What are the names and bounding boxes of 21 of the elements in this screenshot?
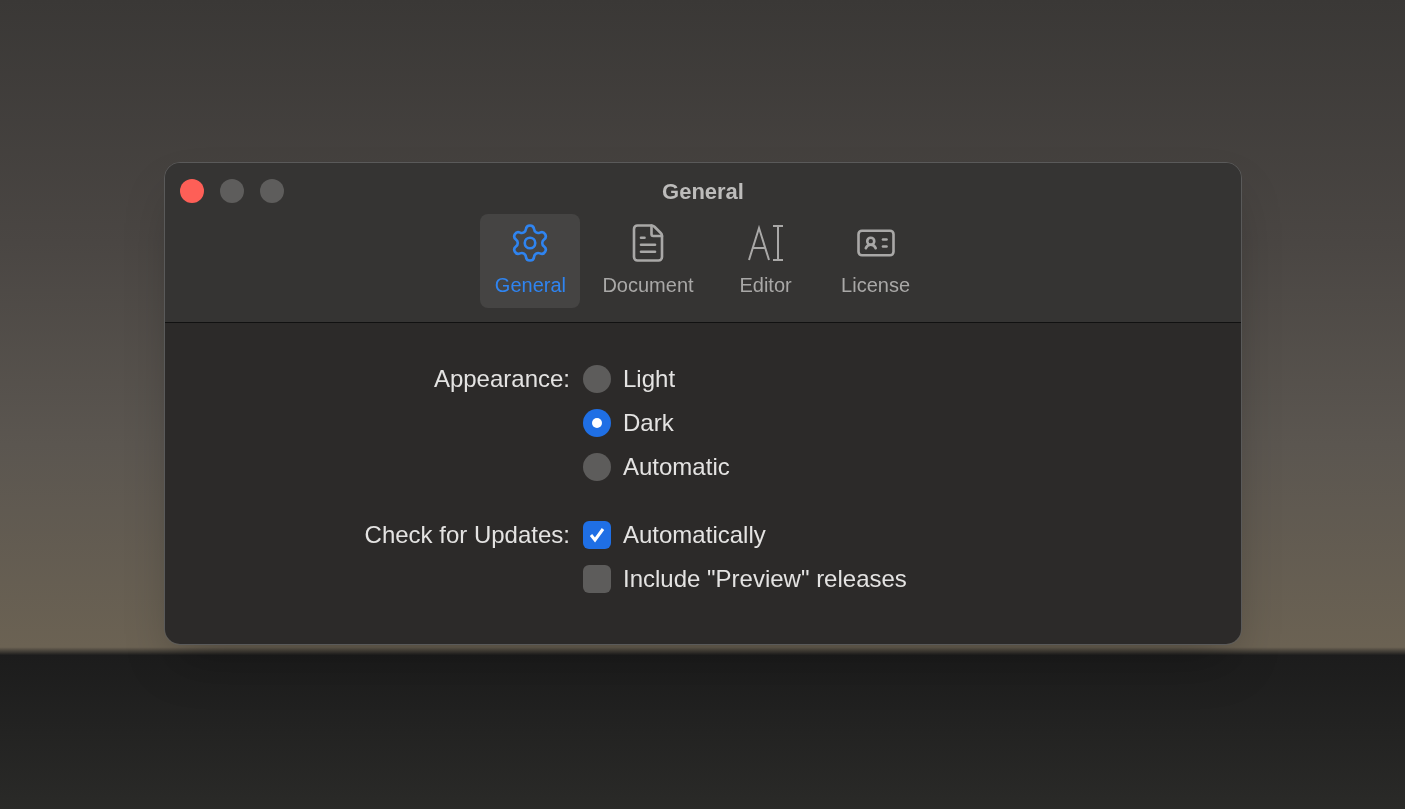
minimize-button[interactable] [220,179,244,203]
option-label: Automatic [623,452,730,482]
option-label: Include "Preview" releases [623,564,907,594]
setting-label: Appearance: [433,365,570,392]
option-label: Light [623,364,676,394]
toolbar-tab[interactable]: Document [590,214,706,308]
radio-button[interactable] [583,365,611,393]
toolbar-tab[interactable]: General [480,214,581,308]
option-label: Dark [623,408,674,438]
close-button[interactable] [180,179,204,203]
toolbar-tab[interactable]: License [825,214,926,308]
setting-label: Check for Updates: [364,521,570,548]
window-title: General [662,178,744,206]
checkmark-icon [587,525,607,545]
zoom-button[interactable] [260,179,284,203]
radio-button[interactable] [583,409,611,437]
checkbox[interactable] [583,565,611,593]
radio-button[interactable] [583,453,611,481]
toolbar-tab[interactable]: Editor [715,214,816,308]
checkbox[interactable] [583,521,611,549]
option-label: Automatically [623,520,766,550]
